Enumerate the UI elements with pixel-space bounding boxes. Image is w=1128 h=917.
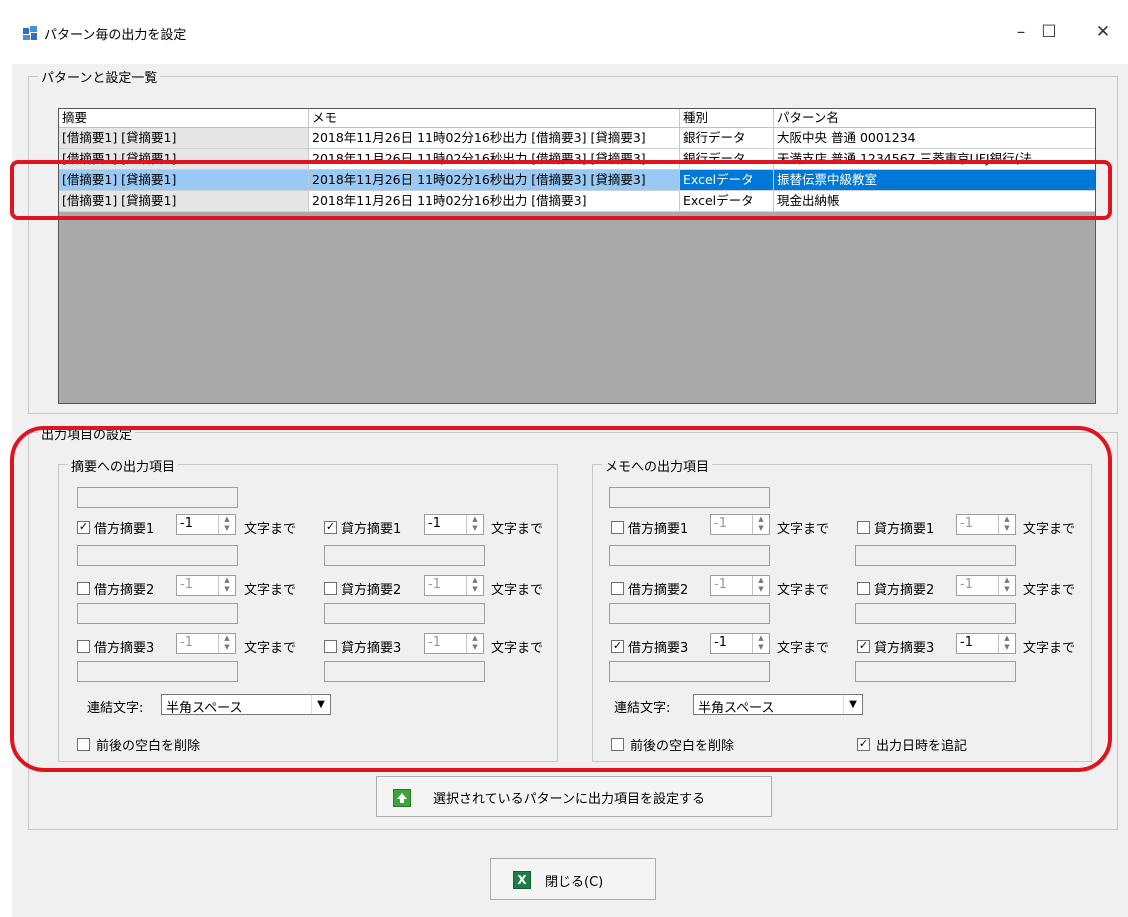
cell-type: 銀行データ [680, 128, 774, 148]
column-header-summary[interactable]: 摘要 [59, 109, 309, 127]
patterns-group-label: パターンと設定一覧 [38, 67, 161, 86]
highlight-selected-row [10, 160, 1112, 220]
window-title: パターン毎の出力を設定 [44, 28, 187, 43]
cell-name: 大阪中央 普通 0001234 [777, 130, 916, 145]
app-icon [22, 25, 38, 41]
column-header-name[interactable]: パターン名 [774, 109, 1095, 127]
excel-icon: X [513, 871, 531, 889]
patterns-grid[interactable]: 摘要 メモ 種別 パターン名 [借摘要1] [貸摘要1] 2018年11月26日… [58, 108, 1096, 404]
close-button[interactable]: X 閉じる(C) [490, 858, 656, 900]
apply-settings-button[interactable]: 選択されているパターンに出力項目を設定する [376, 776, 772, 817]
green-up-arrow-icon [393, 789, 411, 807]
close-button-label: 閉じる(C) [545, 875, 604, 890]
table-row[interactable]: [借摘要1] [貸摘要1] 2018年11月26日 11時02分16秒出力 [借… [59, 128, 1095, 149]
cell-summary: [借摘要1] [貸摘要1] [59, 128, 309, 148]
highlight-output-settings [10, 426, 1112, 772]
apply-settings-label: 選択されているパターンに出力項目を設定する [433, 792, 705, 807]
cell-memo: 2018年11月26日 11時02分16秒出力 [借摘要3] [貸摘要3] [309, 128, 680, 148]
maximize-button[interactable]: ☐ [1026, 14, 1072, 50]
grid-header: 摘要 メモ 種別 パターン名 [59, 109, 1095, 128]
column-header-memo[interactable]: メモ [309, 109, 680, 127]
close-window-button[interactable]: ✕ [1080, 14, 1126, 50]
column-header-type[interactable]: 種別 [680, 109, 774, 127]
